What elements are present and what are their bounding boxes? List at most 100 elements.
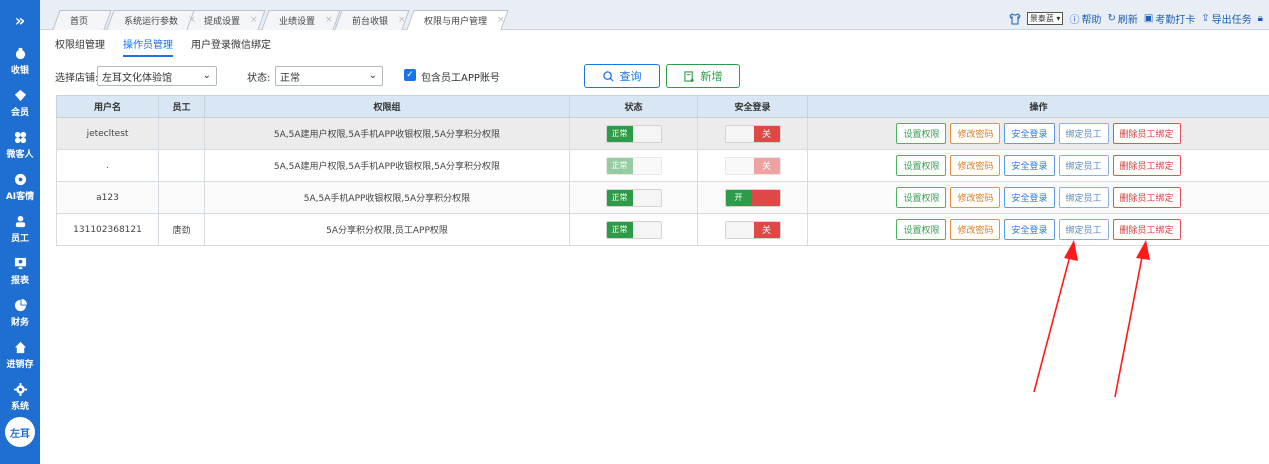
set-permission-button[interactable]: 设置权限	[896, 219, 947, 240]
secure-login-toggle[interactable]: 关	[724, 124, 781, 143]
cell-ops: 设置权限 修改密码 安全登录 绑定员工 删除员工绑定	[807, 181, 1269, 214]
status-select[interactable]: 正常 ⌄	[275, 66, 383, 86]
tab-cashier[interactable]: 前台收银 ×	[334, 10, 410, 30]
sidebar-item-label: AI客情	[5, 191, 35, 202]
status-toggle[interactable]: 正常	[605, 156, 662, 175]
include-app-label: 包含员工APP账号	[421, 73, 500, 84]
shirt-icon	[1009, 12, 1021, 25]
bind-employee-button[interactable]: 绑定员工	[1058, 219, 1109, 240]
help-icon: ⓘ	[1069, 15, 1080, 26]
sidebar-item-finance[interactable]: 财务	[0, 292, 40, 334]
table-row[interactable]: . 5A,5A建用户权限,5A手机APP收银权限,5A分享积分权限 正常 关 设…	[56, 149, 1269, 182]
home-icon	[13, 341, 27, 355]
secure-login-button[interactable]: 安全登录	[1004, 155, 1055, 176]
add-doc-icon	[683, 70, 694, 82]
subtab-wechat-binding[interactable]: 用户登录微信绑定	[191, 36, 271, 57]
table-row[interactable]: a123 5A,5A手机APP收银权限,5A分享积分权限 正常 开 设置权限 修…	[56, 181, 1269, 214]
secure-login-button[interactable]: 安全登录	[1004, 187, 1055, 208]
sidebar-item-label: 微客人	[6, 149, 34, 160]
query-button[interactable]: 查询	[584, 64, 660, 88]
bind-employee-button[interactable]: 绑定员工	[1058, 123, 1109, 144]
store-select[interactable]: 左耳文化体验馆 ⌄	[97, 66, 217, 86]
close-icon[interactable]: ×	[325, 15, 333, 25]
gear-icon	[13, 383, 27, 397]
cell-groups: 5A,5A手机APP收银权限,5A分享积分权限	[204, 181, 570, 214]
table-header: 用户名 员工 权限组 状态 安全登录 操作	[56, 95, 1269, 118]
col-username[interactable]: 用户名	[56, 95, 159, 118]
cell-secure: 关	[697, 149, 808, 182]
refresh-button[interactable]: ↻ 刷新	[1107, 11, 1137, 26]
change-password-button[interactable]: 修改密码	[950, 187, 1001, 208]
change-password-button[interactable]: 修改密码	[950, 123, 1001, 144]
unbind-employee-button[interactable]: 删除员工绑定	[1112, 187, 1181, 208]
cell-ops: 设置权限 修改密码 安全登录 绑定员工 删除员工绑定	[807, 213, 1269, 246]
sidebar-item-label: 会员	[10, 107, 29, 118]
ai-icon	[13, 173, 27, 187]
close-icon[interactable]: ×	[188, 15, 196, 25]
sidebar-item-label: 进销存	[6, 359, 34, 370]
sidebar-item-inventory[interactable]: 进销存	[0, 334, 40, 376]
status-toggle[interactable]: 正常	[605, 124, 662, 143]
tab-home[interactable]: 首页	[52, 10, 112, 30]
tab-performance[interactable]: 业绩设置 ×	[261, 10, 341, 30]
secure-login-toggle[interactable]: 关	[724, 220, 781, 239]
cell-status: 正常	[569, 117, 698, 150]
sub-tabs: 权限组管理 操作员管理 用户登录微信绑定	[55, 36, 271, 57]
status-toggle[interactable]: 正常	[605, 220, 662, 239]
sidebar-toggle[interactable]: »	[0, 0, 40, 40]
bind-employee-button[interactable]: 绑定员工	[1058, 155, 1109, 176]
set-permission-button[interactable]: 设置权限	[896, 123, 947, 144]
col-secure-login[interactable]: 安全登录	[697, 95, 808, 118]
attendance-button[interactable]: ▣ 考勤打卡	[1144, 11, 1195, 26]
cell-employee	[158, 149, 205, 182]
cell-username: .	[56, 149, 159, 182]
col-employee[interactable]: 员工	[158, 95, 205, 118]
sidebar-item-ai[interactable]: AI客情	[0, 166, 40, 208]
close-icon[interactable]: ×	[250, 15, 258, 25]
include-app-checkbox[interactable]: ✓	[404, 69, 416, 81]
avatar[interactable]: 左耳	[5, 417, 35, 447]
sidebar-item-report[interactable]: 报表	[0, 250, 40, 292]
secure-login-toggle[interactable]: 开	[724, 188, 781, 207]
sidebar-item-staff[interactable]: 员工	[0, 208, 40, 250]
close-icon[interactable]: ×	[497, 15, 505, 25]
cell-username: 131102368121	[56, 213, 159, 246]
sidebar-item-cashier[interactable]: 收银	[0, 40, 40, 82]
help-button[interactable]: ⓘ 帮助	[1069, 11, 1101, 26]
secure-login-button[interactable]: 安全登录	[1004, 219, 1055, 240]
sidebar: » 收银 会员 微客人 AI客情 员工 报表 财务 进销存 系统 左耳	[0, 0, 40, 464]
tab-commission[interactable]: 提成设置 ×	[186, 10, 266, 30]
tab-permission-users[interactable]: 权限与用户管理 ×	[406, 10, 509, 30]
change-password-button[interactable]: 修改密码	[950, 155, 1001, 176]
set-permission-button[interactable]: 设置权限	[896, 187, 947, 208]
cell-username: a123	[56, 181, 159, 214]
subtab-operators[interactable]: 操作员管理	[123, 36, 173, 57]
add-button[interactable]: 新增	[666, 64, 740, 88]
status-toggle[interactable]: 正常	[605, 188, 662, 207]
set-permission-button[interactable]: 设置权限	[896, 155, 947, 176]
sidebar-item-system[interactable]: 系统	[0, 376, 40, 418]
secure-login-button[interactable]: 安全登录	[1004, 123, 1055, 144]
arrow-unbind-employee	[1114, 240, 1150, 398]
subtab-permission-groups[interactable]: 权限组管理	[55, 36, 105, 57]
lock-icon[interactable]: 🔒︎	[1258, 13, 1263, 24]
col-status[interactable]: 状态	[569, 95, 698, 118]
sidebar-item-label: 报表	[10, 275, 29, 286]
table-row[interactable]: 131102368121 唐劲 5A分享积分权限,员工APP权限 正常 关 设置…	[56, 213, 1269, 246]
col-operations: 操作	[807, 95, 1269, 118]
unbind-employee-button[interactable]: 删除员工绑定	[1112, 155, 1181, 176]
col-permission-group[interactable]: 权限组	[204, 95, 570, 118]
bind-employee-button[interactable]: 绑定员工	[1058, 187, 1109, 208]
sidebar-item-guest[interactable]: 微客人	[0, 124, 40, 166]
close-icon[interactable]: ×	[398, 15, 406, 25]
sidebar-item-member[interactable]: 会员	[0, 82, 40, 124]
unbind-employee-button[interactable]: 删除员工绑定	[1112, 123, 1181, 144]
theme-select[interactable]: 景泰蓝 ▾	[1026, 12, 1064, 25]
pie-icon	[13, 299, 27, 313]
secure-login-toggle[interactable]: 关	[724, 156, 781, 175]
change-password-button[interactable]: 修改密码	[950, 219, 1001, 240]
cell-status: 正常	[569, 149, 698, 182]
unbind-employee-button[interactable]: 删除员工绑定	[1112, 219, 1181, 240]
export-task-button[interactable]: ⇪ 导出任务	[1201, 11, 1251, 26]
table-row[interactable]: jetecltest 5A,5A建用户权限,5A手机APP收银权限,5A分享积分…	[56, 117, 1269, 150]
